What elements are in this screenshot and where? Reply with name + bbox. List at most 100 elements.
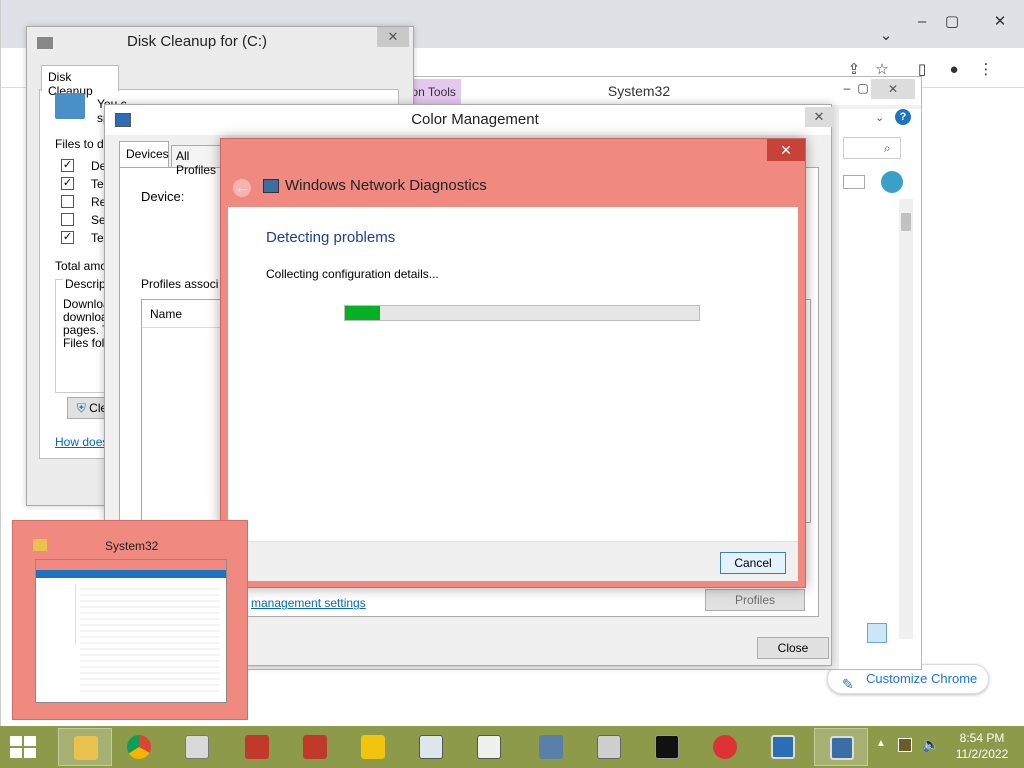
network-icon (539, 735, 563, 759)
chevron-down-icon[interactable]: ⌄ (875, 111, 884, 124)
toolbox-icon (303, 735, 327, 759)
shield-icon: ⛨ (76, 401, 86, 415)
how-does-link[interactable]: How does (55, 435, 108, 449)
windows-logo-pane (24, 736, 36, 746)
customize-chrome-label: Customize Chrome (866, 671, 978, 686)
explorer-title: System32 (607, 83, 671, 99)
keys-icon (361, 735, 385, 759)
tab-search-icon[interactable]: ⌄ (871, 24, 901, 48)
file-checkbox[interactable]: ✓ (61, 231, 74, 244)
taskbar-paint-app[interactable] (698, 728, 752, 766)
mini-file-list (80, 584, 220, 696)
clock-time: 8:54 PM (959, 731, 1005, 745)
taskbar-network-diagnostics[interactable] (814, 728, 868, 766)
profiles-associated-label: Profiles associ (141, 277, 219, 291)
progress-bar (344, 305, 700, 321)
folder-icon (33, 539, 47, 551)
document-icon (477, 735, 501, 759)
description-line: Downloa (63, 297, 110, 311)
volume-icon[interactable]: 🔈 (922, 736, 939, 753)
taskbar: ▲ 🔈 8:54 PM 11/2/2022 (0, 726, 1024, 768)
shell-icon (881, 171, 903, 193)
files-list[interactable]: ✓ De ✓ Te Re Se ✓ Te (55, 155, 106, 245)
description-line: downloa (63, 310, 108, 324)
profile-avatar-icon[interactable]: ● (939, 58, 969, 82)
tab-disk-cleanup[interactable]: Disk Cleanup (41, 65, 119, 98)
monitor-icon (115, 113, 131, 127)
column-header-name[interactable]: Name (142, 300, 222, 328)
network-diagnostics-footer: Cancel (228, 541, 798, 581)
file-checkbox[interactable] (61, 213, 74, 226)
close-icon[interactable]: ✕ (871, 79, 915, 99)
change-system-defaults-link[interactable]: management settings (251, 596, 366, 610)
taskbar-color-management[interactable] (756, 728, 810, 766)
taskbar-calculator[interactable] (170, 728, 224, 766)
taskbar-chrome[interactable] (112, 728, 166, 766)
taskbar-keys[interactable] (346, 728, 400, 766)
maximize-icon[interactable]: ▢ (937, 10, 967, 34)
disk-cleanup-title: Disk Cleanup for (C:) (127, 33, 268, 50)
minimize-icon[interactable]: – (907, 10, 937, 34)
file-checkbox[interactable] (61, 195, 74, 208)
network-diagnostics-icon (830, 736, 854, 760)
printer-icon (597, 735, 621, 759)
help-icon[interactable]: ? (895, 109, 911, 125)
toolbox-icon (245, 735, 269, 759)
clock[interactable]: 8:54 PM 11/2/2022 (944, 730, 1020, 762)
mini-titlebar (36, 560, 226, 570)
taskbar-toolbox-1[interactable] (230, 728, 284, 766)
taskbar-printer[interactable] (582, 728, 636, 766)
close-icon[interactable]: ✕ (767, 139, 805, 161)
start-button[interactable] (10, 736, 36, 758)
close-button[interactable]: Close (757, 637, 829, 659)
taskbar-cmd[interactable] (640, 728, 694, 766)
cancel-button[interactable]: Cancel (720, 552, 786, 574)
clock-date: 11/2/2022 (955, 747, 1009, 761)
character-map-icon (419, 735, 443, 759)
detecting-heading: Detecting problems (266, 229, 396, 246)
menu-kebab-icon[interactable]: ⋮ (971, 58, 1001, 82)
windows-logo-icon (10, 736, 22, 746)
file-checkbox[interactable]: ✓ (61, 159, 74, 172)
details-view-icon[interactable] (867, 623, 887, 643)
mini-ribbon (36, 570, 226, 578)
calculator-icon (185, 735, 209, 759)
show-hidden-icons-icon[interactable]: ▲ (876, 738, 886, 749)
search-box[interactable]: ⌕ (843, 137, 901, 159)
preview-pane-icon[interactable] (843, 175, 865, 189)
description-line: pages. T (63, 323, 110, 337)
network-diagnostics-body: Detecting problems Collecting configurat… (228, 207, 798, 541)
taskbar-network[interactable] (524, 728, 578, 766)
thumbnail-image (35, 559, 227, 703)
file-label: Te (91, 231, 104, 245)
status-text: Collecting configuration details... (266, 267, 439, 281)
chrome-icon (127, 735, 151, 759)
thumbnail-title: System32 (105, 539, 159, 553)
disk-cleanup-app-icon (37, 37, 53, 49)
taskbar-notepad[interactable] (462, 728, 516, 766)
settings-wheel-icon (713, 735, 737, 759)
scrollbar-thumb[interactable] (901, 213, 911, 231)
close-icon[interactable]: ✕ (377, 27, 409, 47)
file-explorer-icon (74, 736, 98, 760)
windows-logo-pane (24, 748, 36, 758)
tab-devices[interactable]: Devices (119, 141, 169, 167)
taskbar-thumbnail-preview[interactable]: System32 (12, 520, 248, 720)
profiles-button[interactable]: Profiles (705, 589, 805, 611)
taskbar-character-map[interactable] (404, 728, 458, 766)
close-icon[interactable]: ✕ (985, 10, 1015, 34)
taskbar-explorer[interactable] (58, 728, 112, 766)
network-tray-icon[interactable] (898, 738, 912, 752)
back-arrow-icon[interactable]: ← (233, 179, 251, 197)
close-icon[interactable]: ✕ (805, 107, 833, 127)
file-checkbox[interactable]: ✓ (61, 177, 74, 190)
file-label: Te (91, 177, 104, 191)
windows-logo-pane (10, 748, 22, 758)
large-icons-view-icon[interactable] (891, 623, 911, 643)
scrollbar[interactable] (899, 199, 913, 639)
progress-fill (345, 306, 380, 320)
device-label: Device: (141, 189, 185, 204)
pen-icon: ✎ (842, 676, 854, 692)
taskbar-toolbox-2[interactable] (288, 728, 342, 766)
monitor-icon (771, 735, 795, 759)
